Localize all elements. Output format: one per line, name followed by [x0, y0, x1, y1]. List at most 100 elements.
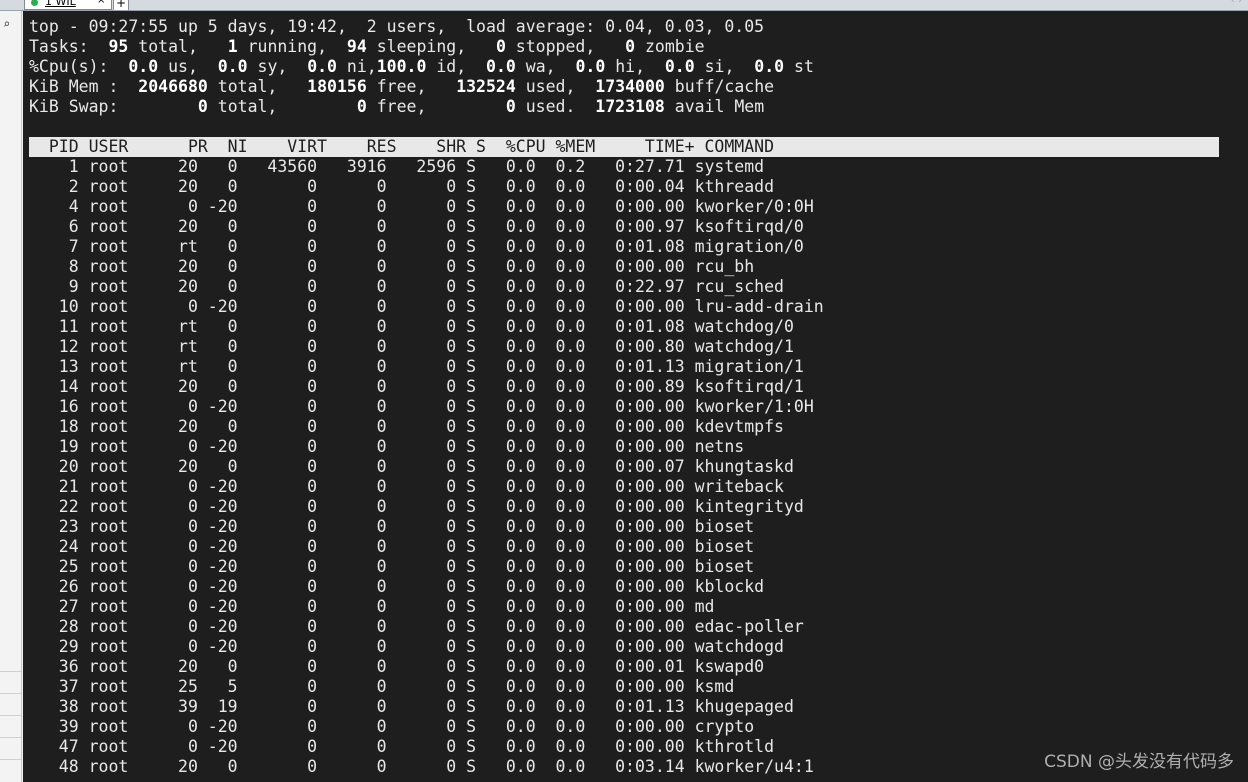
process-row-text: 29 root 0 -20 0 0 0 S 0.0 0.0 0:00.00 wa…: [29, 637, 784, 656]
summary-label: wa,: [515, 57, 576, 76]
session-tab-label: 1 WIL: [45, 0, 76, 8]
process-row-text: 24 root 0 -20 0 0 0 S 0.0 0.0 0:00.00 bi…: [29, 537, 755, 556]
summary-value: 0.0: [575, 57, 606, 76]
summary-label: total,: [207, 77, 308, 96]
search-icon[interactable]: ⌕: [3, 17, 10, 31]
process-row-text: 9 root 20 0 0 0 0 S 0.0 0.0 0:22.97 rcu_…: [29, 277, 784, 296]
process-row: 11 root rt 0 0 0 0 S 0.0 0.0 0:01.08 wat…: [29, 317, 824, 337]
process-row-text: 12 root rt 0 0 0 0 S 0.0 0.0 0:00.80 wat…: [29, 337, 794, 356]
summary-value: 1723108: [595, 97, 665, 116]
process-row: 21 root 0 -20 0 0 0 S 0.0 0.0 0:00.00 wr…: [29, 477, 824, 497]
process-row: 26 root 0 -20 0 0 0 S 0.0 0.0 0:00.00 kb…: [29, 577, 824, 597]
process-row-text: 23 root 0 -20 0 0 0 S 0.0 0.0 0:00.00 bi…: [29, 517, 755, 536]
top-summary: top - 09:27:55 up 5 days, 19:42, 2 users…: [29, 17, 814, 117]
summary-label: buff/cache: [664, 77, 775, 96]
process-row: 47 root 0 -20 0 0 0 S 0.0 0.0 0:00.00 kt…: [29, 737, 824, 757]
process-row: 18 root 20 0 0 0 0 S 0.0 0.0 0:00.00 kde…: [29, 417, 824, 437]
summary-value: 94: [346, 37, 367, 56]
summary-value: 1: [227, 37, 238, 56]
summary-value: 0.0: [128, 57, 159, 76]
process-row-text: 27 root 0 -20 0 0 0 S 0.0 0.0 0:00.00 md: [29, 597, 715, 616]
summary-value: 0.0: [307, 57, 337, 76]
process-row: 4 root 0 -20 0 0 0 S 0.0 0.0 0:00.00 kwo…: [29, 197, 824, 217]
summary-value: 2046680: [138, 77, 208, 96]
process-row: 9 root 20 0 0 0 0 S 0.0 0.0 0:22.97 rcu_…: [29, 277, 824, 297]
process-row-text: 39 root 0 -20 0 0 0 S 0.0 0.0 0:00.00 cr…: [29, 717, 755, 736]
summary-label: si,: [694, 57, 755, 76]
process-row: 23 root 0 -20 0 0 0 S 0.0 0.0 0:00.00 bi…: [29, 517, 824, 537]
process-row-text: 18 root 20 0 0 0 0 S 0.0 0.0 0:00.00 kde…: [29, 417, 784, 436]
process-row: 12 root rt 0 0 0 0 S 0.0 0.0 0:00.80 wat…: [29, 337, 824, 357]
process-row-text: 13 root rt 0 0 0 0 S 0.0 0.0 0:01.13 mig…: [29, 357, 804, 376]
process-row-text: 10 root 0 -20 0 0 0 S 0.0 0.0 0:00.00 lr…: [29, 297, 824, 316]
process-row-text: 7 root rt 0 0 0 0 S 0.0 0.0 0:01.08 migr…: [29, 237, 804, 256]
process-row: 25 root 0 -20 0 0 0 S 0.0 0.0 0:00.00 bi…: [29, 557, 824, 577]
process-row-text: 4 root 0 -20 0 0 0 S 0.0 0.0 0:00.00 kwo…: [29, 197, 814, 216]
summary-label: ni,: [337, 57, 377, 76]
summary-value: 0: [505, 97, 516, 116]
summary-label: zombie: [635, 37, 705, 56]
process-row: 20 root 20 0 0 0 0 S 0.0 0.0 0:00.07 khu…: [29, 457, 824, 477]
tab-scroll-arrows-icon[interactable]: ‹ ›: [1231, 0, 1242, 6]
process-row: 6 root 20 0 0 0 0 S 0.0 0.0 0:00.97 ksof…: [29, 217, 824, 237]
summary-label: avail Mem: [664, 97, 765, 116]
uptime-line: top - 09:27:55 up 5 days, 19:42, 2 users…: [29, 17, 765, 36]
process-row-text: 37 root 25 5 0 0 0 S 0.0 0.0 0:00.00 ksm…: [29, 677, 735, 696]
process-row-text: 25 root 0 -20 0 0 0 S 0.0 0.0 0:00.00 bi…: [29, 557, 755, 576]
panel-divider: [0, 715, 21, 716]
process-row-text: 20 root 20 0 0 0 0 S 0.0 0.0 0:00.07 khu…: [29, 457, 794, 476]
mem-line: KiB Mem : 2046680 total, 180156 free, 13…: [29, 77, 774, 96]
process-row-text: 48 root 20 0 0 0 0 S 0.0 0.0 0:03.14 kwo…: [29, 757, 814, 776]
process-row: 2 root 20 0 0 0 0 S 0.0 0.0 0:00.04 kthr…: [29, 177, 824, 197]
process-row: 37 root 25 5 0 0 0 S 0.0 0.0 0:00.00 ksm…: [29, 677, 824, 697]
tasks-line: Tasks: 95 total, 1 running, 94 sleeping,…: [29, 37, 705, 56]
process-row-text: 1 root 20 0 43560 3916 2596 S 0.0 0.2 0:…: [29, 157, 765, 176]
summary-value: 100.0: [376, 57, 427, 76]
summary-value: 0: [197, 97, 208, 116]
session-tab[interactable]: 1 WIL ×: [24, 0, 112, 10]
process-row-text: 26 root 0 -20 0 0 0 S 0.0 0.0 0:00.00 kb…: [29, 577, 765, 596]
process-row-text: 8 root 20 0 0 0 0 S 0.0 0.0 0:00.00 rcu_…: [29, 257, 755, 276]
panel-divider: [0, 671, 21, 672]
summary-label: KiB Mem :: [29, 77, 139, 96]
process-row-text: 6 root 20 0 0 0 0 S 0.0 0.0 0:00.97 ksof…: [29, 217, 804, 236]
summary-label: Tasks:: [29, 37, 109, 56]
process-row-text: 11 root rt 0 0 0 0 S 0.0 0.0 0:01.08 wat…: [29, 317, 794, 336]
process-row-text: 47 root 0 -20 0 0 0 S 0.0 0.0 0:00.00 kt…: [29, 737, 775, 756]
process-row-text: 21 root 0 -20 0 0 0 S 0.0 0.0 0:00.00 wr…: [29, 477, 784, 496]
process-row: 48 root 20 0 0 0 0 S 0.0 0.0 0:03.14 kwo…: [29, 757, 824, 777]
summary-value: 1734000: [595, 77, 665, 96]
close-tab-icon[interactable]: ×: [97, 0, 105, 6]
panel-divider: [0, 737, 21, 738]
process-row: 16 root 0 -20 0 0 0 S 0.0 0.0 0:00.00 kw…: [29, 397, 824, 417]
terminal-window[interactable]: top - 09:27:55 up 5 days, 19:42, 2 users…: [23, 11, 1248, 782]
process-row: 14 root 20 0 0 0 0 S 0.0 0.0 0:00.89 kso…: [29, 377, 824, 397]
summary-label: st: [784, 57, 814, 76]
summary-label: stopped,: [505, 37, 626, 56]
summary-label: id,: [426, 57, 487, 76]
process-row: 24 root 0 -20 0 0 0 S 0.0 0.0 0:00.00 bi…: [29, 537, 824, 557]
swap-line: KiB Swap: 0 total, 0 free, 0 used. 17231…: [29, 97, 764, 116]
summary-label: hi,: [605, 57, 665, 76]
process-row-text: 22 root 0 -20 0 0 0 S 0.0 0.0 0:00.00 ki…: [29, 497, 804, 516]
process-row-text: 14 root 20 0 0 0 0 S 0.0 0.0 0:00.89 kso…: [29, 377, 804, 396]
process-row-text: 28 root 0 -20 0 0 0 S 0.0 0.0 0:00.00 ed…: [29, 617, 804, 636]
process-row: 28 root 0 -20 0 0 0 S 0.0 0.0 0:00.00 ed…: [29, 617, 824, 637]
connected-status-icon: [31, 0, 38, 6]
summary-value: 0: [356, 97, 367, 116]
process-row: 1 root 20 0 43560 3916 2596 S 0.0 0.2 0:…: [29, 157, 824, 177]
panel-divider: [0, 759, 21, 760]
summary-value: 0.0: [754, 57, 785, 76]
summary-label: KiB Swap:: [29, 97, 198, 116]
process-row: 36 root 20 0 0 0 0 S 0.0 0.0 0:00.01 ksw…: [29, 657, 824, 677]
column-header-row: PID USER PR NI VIRT RES SHR S %CPU %MEM …: [29, 137, 1219, 157]
process-row-text: 2 root 20 0 0 0 0 S 0.0 0.0 0:00.04 kthr…: [29, 177, 775, 196]
summary-value: 0.0: [486, 57, 516, 76]
process-row: 13 root rt 0 0 0 0 S 0.0 0.0 0:01.13 mig…: [29, 357, 824, 377]
summary-label: sy,: [247, 57, 308, 76]
new-tab-button[interactable]: +: [113, 0, 129, 10]
process-row: 8 root 20 0 0 0 0 S 0.0 0.0 0:00.00 rcu_…: [29, 257, 824, 277]
process-row: 38 root 39 19 0 0 0 S 0.0 0.0 0:01.13 kh…: [29, 697, 824, 717]
process-list: 1 root 20 0 43560 3916 2596 S 0.0 0.2 0:…: [29, 157, 824, 777]
summary-label: used,: [515, 77, 596, 96]
